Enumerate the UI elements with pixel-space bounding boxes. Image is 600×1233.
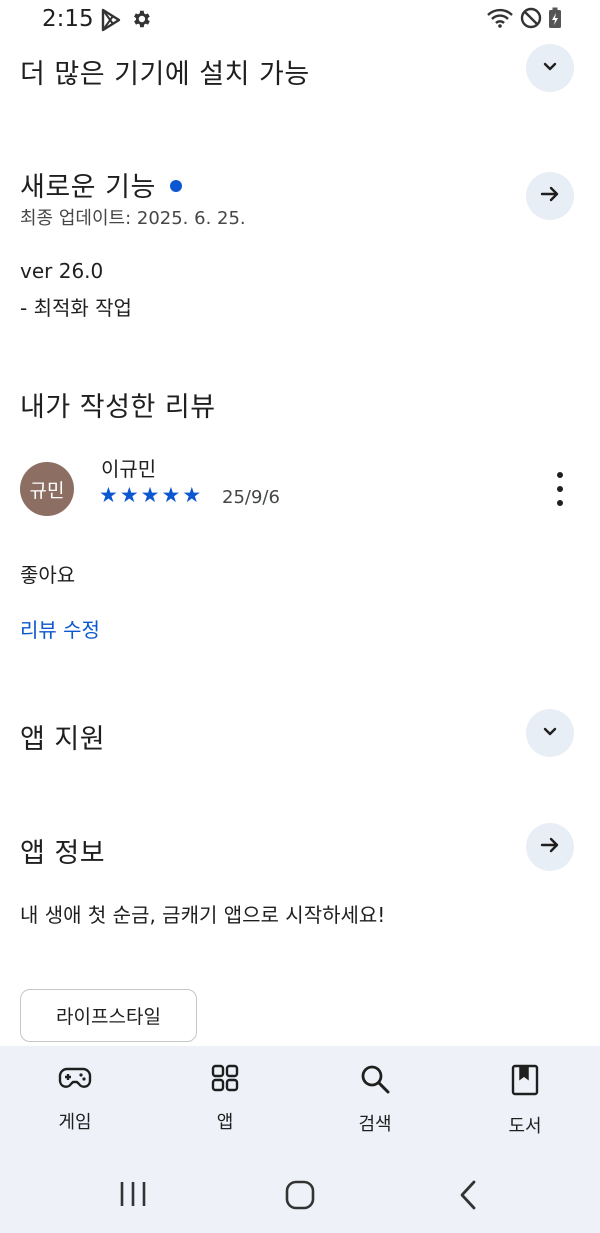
settings-gear-icon xyxy=(130,8,152,32)
app-support-title: 앱 지원 xyxy=(20,724,106,755)
chevron-down-icon xyxy=(540,56,560,80)
release-notes-text: - 최적화 작업 xyxy=(20,296,132,320)
avatar: 규민 xyxy=(20,462,74,516)
star-icon: ★ xyxy=(182,483,202,507)
status-bar: 2:15 xyxy=(0,0,600,40)
app-info-arrow-button[interactable] xyxy=(526,823,574,871)
chevron-down-icon xyxy=(540,721,560,745)
last-updated-text: 최종 업데이트: 2025. 6. 25. xyxy=(20,208,246,229)
nav-label-search: 검색 xyxy=(358,1114,392,1135)
category-chip[interactable]: 라이프스타일 xyxy=(20,989,197,1042)
nav-item-books[interactable]: 도서 xyxy=(470,1064,580,1138)
star-rating: ★ ★ ★ ★ ★ xyxy=(99,484,201,506)
star-icon: ★ xyxy=(161,483,181,507)
recents-icon[interactable] xyxy=(118,1180,148,1212)
arrow-right-icon xyxy=(538,182,562,210)
nav-label-games: 게임 xyxy=(58,1112,92,1133)
battery-charging-icon xyxy=(548,7,562,29)
system-navigation-bar xyxy=(0,1170,600,1220)
star-icon: ★ xyxy=(140,483,160,507)
status-time: 2:15 xyxy=(42,6,94,32)
nav-label-books: 도서 xyxy=(508,1116,542,1137)
nav-item-apps[interactable]: 앱 xyxy=(170,1064,280,1134)
review-date: 25/9/6 xyxy=(222,487,280,508)
more-options-icon[interactable] xyxy=(546,472,574,506)
whats-new-arrow-button[interactable] xyxy=(526,172,574,220)
star-icon: ★ xyxy=(99,483,118,507)
nav-item-games[interactable]: 게임 xyxy=(20,1064,130,1134)
apps-grid-icon xyxy=(211,1064,239,1096)
edit-review-link[interactable]: 리뷰 수정 xyxy=(20,614,100,643)
devices-section: 더 많은 기기에 설치 가능 xyxy=(0,44,600,100)
app-support-expand-button[interactable] xyxy=(526,709,574,757)
app-info-section[interactable]: 앱 정보 xyxy=(0,823,600,877)
gamepad-icon xyxy=(58,1064,92,1096)
avatar-initials: 규민 xyxy=(29,479,65,502)
app-description: 내 생애 첫 순금, 금캐기 앱으로 시작하세요! xyxy=(20,903,386,927)
play-store-icon xyxy=(100,8,122,32)
reviewer-name: 이규민 xyxy=(101,457,157,481)
back-icon[interactable] xyxy=(458,1180,478,1214)
version-text: ver 26.0 xyxy=(20,259,104,283)
home-icon[interactable] xyxy=(285,1180,315,1214)
devices-section-title: 더 많은 기기에 설치 가능 xyxy=(20,59,310,90)
wifi-icon xyxy=(486,7,514,29)
nav-label-apps: 앱 xyxy=(216,1112,234,1133)
my-review-title: 내가 작성한 리뷰 xyxy=(20,392,216,423)
do-not-disturb-icon xyxy=(520,7,542,29)
star-icon: ★ xyxy=(119,483,139,507)
whats-new-title-text: 새로운 기능 xyxy=(20,172,156,203)
nav-item-search[interactable]: 검색 xyxy=(320,1064,430,1136)
whats-new-title: 새로운 기능 xyxy=(20,165,182,204)
devices-expand-button[interactable] xyxy=(526,44,574,92)
app-support-section[interactable]: 앱 지원 xyxy=(0,709,600,763)
category-chip-label: 라이프스타일 xyxy=(56,1006,161,1028)
review-text: 좋아요 xyxy=(20,563,76,587)
new-indicator-dot xyxy=(169,179,182,192)
arrow-right-icon xyxy=(538,833,562,861)
app-info-title: 앱 정보 xyxy=(20,838,106,869)
book-icon xyxy=(511,1064,539,1100)
search-icon xyxy=(360,1064,390,1098)
